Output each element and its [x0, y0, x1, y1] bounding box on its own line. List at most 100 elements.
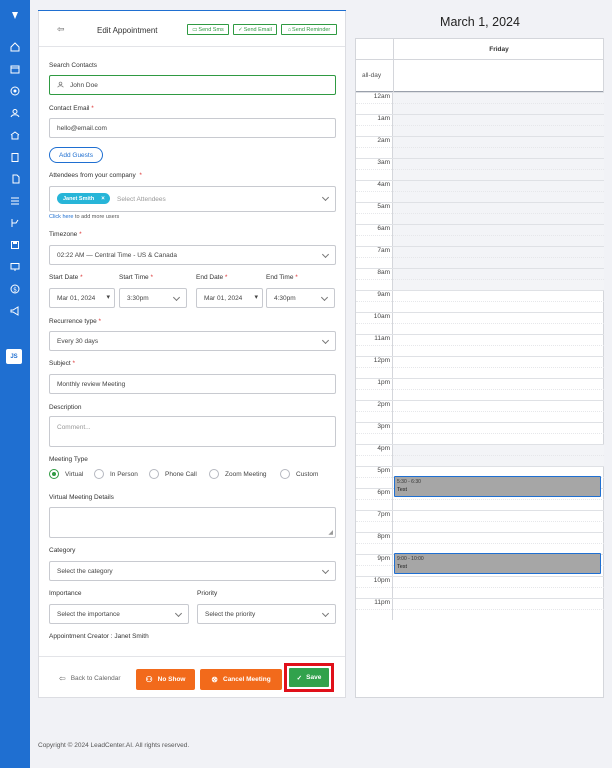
save-icon[interactable]	[8, 238, 22, 252]
virtual-details-label: Virtual Meeting Details	[49, 494, 114, 501]
radio-zoom-meeting[interactable]: Zoom Meeting	[209, 469, 267, 479]
bell-icon: ⌂	[287, 26, 292, 33]
half-hour-line	[356, 499, 604, 500]
send-reminder-button[interactable]: ⌂ Send Reminder	[281, 24, 337, 35]
search-contacts-input[interactable]: John Doe	[49, 75, 336, 95]
back-arrow-icon[interactable]: ⇦	[57, 25, 67, 34]
contact-email-label: Contact Email *	[49, 105, 94, 112]
radio-in-person[interactable]: In Person	[94, 469, 138, 479]
calendar-header: Friday	[356, 39, 603, 60]
chip-remove-icon[interactable]: ×	[101, 196, 105, 202]
form-footer: ⇦ Back to Calendar ⚇ No Show ⊗ Cancel Meeti…	[39, 656, 345, 698]
time-label: 5am	[377, 203, 390, 210]
user-x-icon: ⚇	[145, 675, 153, 684]
appointment-creator: Appointment Creator : Janet Smith	[49, 633, 149, 640]
monitor-icon[interactable]	[8, 260, 22, 274]
time-label: 8pm	[377, 533, 390, 540]
all-day-row: all-day	[356, 60, 603, 92]
user-icon	[57, 81, 64, 90]
half-hour-line	[356, 587, 604, 588]
dollar-icon[interactable]: $	[8, 282, 22, 296]
radio-custom[interactable]: Custom	[280, 469, 318, 479]
attendees-select[interactable]: Janet Smith × Select Attendees	[49, 186, 336, 212]
send-sms-button[interactable]: ▭ Send Sms	[187, 24, 229, 35]
home-icon[interactable]	[8, 40, 22, 54]
target-icon[interactable]	[8, 84, 22, 98]
chevron-down-icon	[320, 293, 329, 302]
time-label: 9pm	[377, 555, 390, 562]
clipboard-icon[interactable]	[8, 150, 22, 164]
search-contacts-label: Search Contacts	[49, 62, 98, 69]
category-label: Category	[49, 547, 76, 554]
branch-icon[interactable]	[8, 216, 22, 230]
radio-phone-call[interactable]: Phone Call	[149, 469, 197, 479]
back-to-calendar-link[interactable]: ⇦ Back to Calendar	[59, 674, 121, 683]
sms-icon: ▭	[192, 26, 198, 33]
subject-field[interactable]: Monthly review Meeting	[49, 374, 336, 394]
start-date-picker[interactable]: Mar 01, 2024 ▾	[49, 288, 115, 308]
cancel-meeting-button[interactable]: ⊗ Cancel Meeting	[200, 669, 282, 690]
calendar-icon[interactable]	[8, 62, 22, 76]
half-hour-line	[356, 389, 604, 390]
hour-line	[356, 378, 604, 379]
end-time-select[interactable]: 4:30pm	[266, 288, 335, 308]
page-title: Edit Appointment	[97, 26, 158, 35]
hour-line	[356, 290, 604, 291]
calendar-event[interactable]: 9:00 - 10:00 Test	[394, 553, 601, 574]
priority-select[interactable]: Select the priority	[197, 604, 336, 624]
half-hour-line	[356, 521, 604, 522]
timezone-select[interactable]: 02:22 AM — Central Time - US & Canada	[49, 245, 336, 265]
files-icon[interactable]	[8, 172, 22, 186]
half-hour-line	[356, 125, 604, 126]
save-button[interactable]: ✓ Save	[289, 668, 329, 687]
timezone-label: Timezone *	[49, 231, 82, 238]
half-hour-line	[356, 455, 604, 456]
all-day-label: all-day	[362, 72, 382, 79]
time-label: 10pm	[373, 577, 390, 584]
time-label: 12pm	[373, 357, 390, 364]
half-hour-line	[356, 279, 604, 280]
house-icon[interactable]	[8, 128, 22, 142]
click-here-link[interactable]: Click here	[49, 214, 73, 220]
caret-down-icon: ▾	[254, 294, 258, 301]
half-hour-line	[356, 147, 604, 148]
hour-line	[356, 422, 604, 423]
add-guests-button[interactable]: Add Guests	[49, 147, 103, 163]
contacts-icon[interactable]	[8, 106, 22, 120]
megaphone-icon[interactable]	[8, 304, 22, 318]
chevron-down-icon	[321, 250, 330, 259]
hour-line	[356, 466, 604, 467]
time-label: 2pm	[377, 401, 390, 408]
left-nav: $ JS	[0, 0, 30, 768]
start-time-select[interactable]: 3:30pm	[119, 288, 187, 308]
time-label: 6pm	[377, 489, 390, 496]
logo-icon[interactable]	[8, 8, 22, 22]
end-date-picker[interactable]: Mar 01, 2024 ▾	[196, 288, 263, 308]
avatar[interactable]: JS	[6, 349, 22, 364]
hour-line	[356, 268, 604, 269]
check-icon: ✓	[296, 674, 303, 682]
no-show-button[interactable]: ⚇ No Show	[136, 669, 195, 690]
chevron-down-icon	[321, 609, 330, 618]
resize-handle-icon[interactable]: ◢	[328, 529, 333, 536]
category-select[interactable]: Select the category	[49, 561, 336, 581]
recurrence-select[interactable]: Every 30 days	[49, 331, 336, 351]
save-highlight: ✓ Save	[284, 663, 334, 692]
start-time-label: Start Time *	[119, 274, 153, 281]
description-textarea[interactable]: Comment...	[49, 416, 336, 447]
send-email-button[interactable]: ✓ Send Email	[233, 24, 277, 35]
end-date-label: End Date *	[196, 274, 228, 281]
chevron-down-icon	[174, 609, 183, 618]
importance-select[interactable]: Select the importance	[49, 604, 189, 624]
appointment-form-panel: ⇦ Edit Appointment ▭ Send Sms ✓ Send Email…	[38, 10, 346, 698]
hour-line	[356, 180, 604, 181]
meeting-type-label: Meeting Type	[49, 456, 88, 463]
list-icon[interactable]	[8, 194, 22, 208]
radio-virtual[interactable]: Virtual	[49, 469, 83, 479]
start-date-label: Start Date *	[49, 274, 83, 281]
contact-email-field[interactable]: hello@email.com	[49, 118, 336, 138]
all-day-slot[interactable]	[393, 60, 604, 92]
hour-line	[356, 92, 604, 93]
virtual-details-textarea[interactable]: ◢	[49, 507, 336, 538]
calendar-event[interactable]: 5:30 - 6:30 Test	[394, 476, 601, 497]
